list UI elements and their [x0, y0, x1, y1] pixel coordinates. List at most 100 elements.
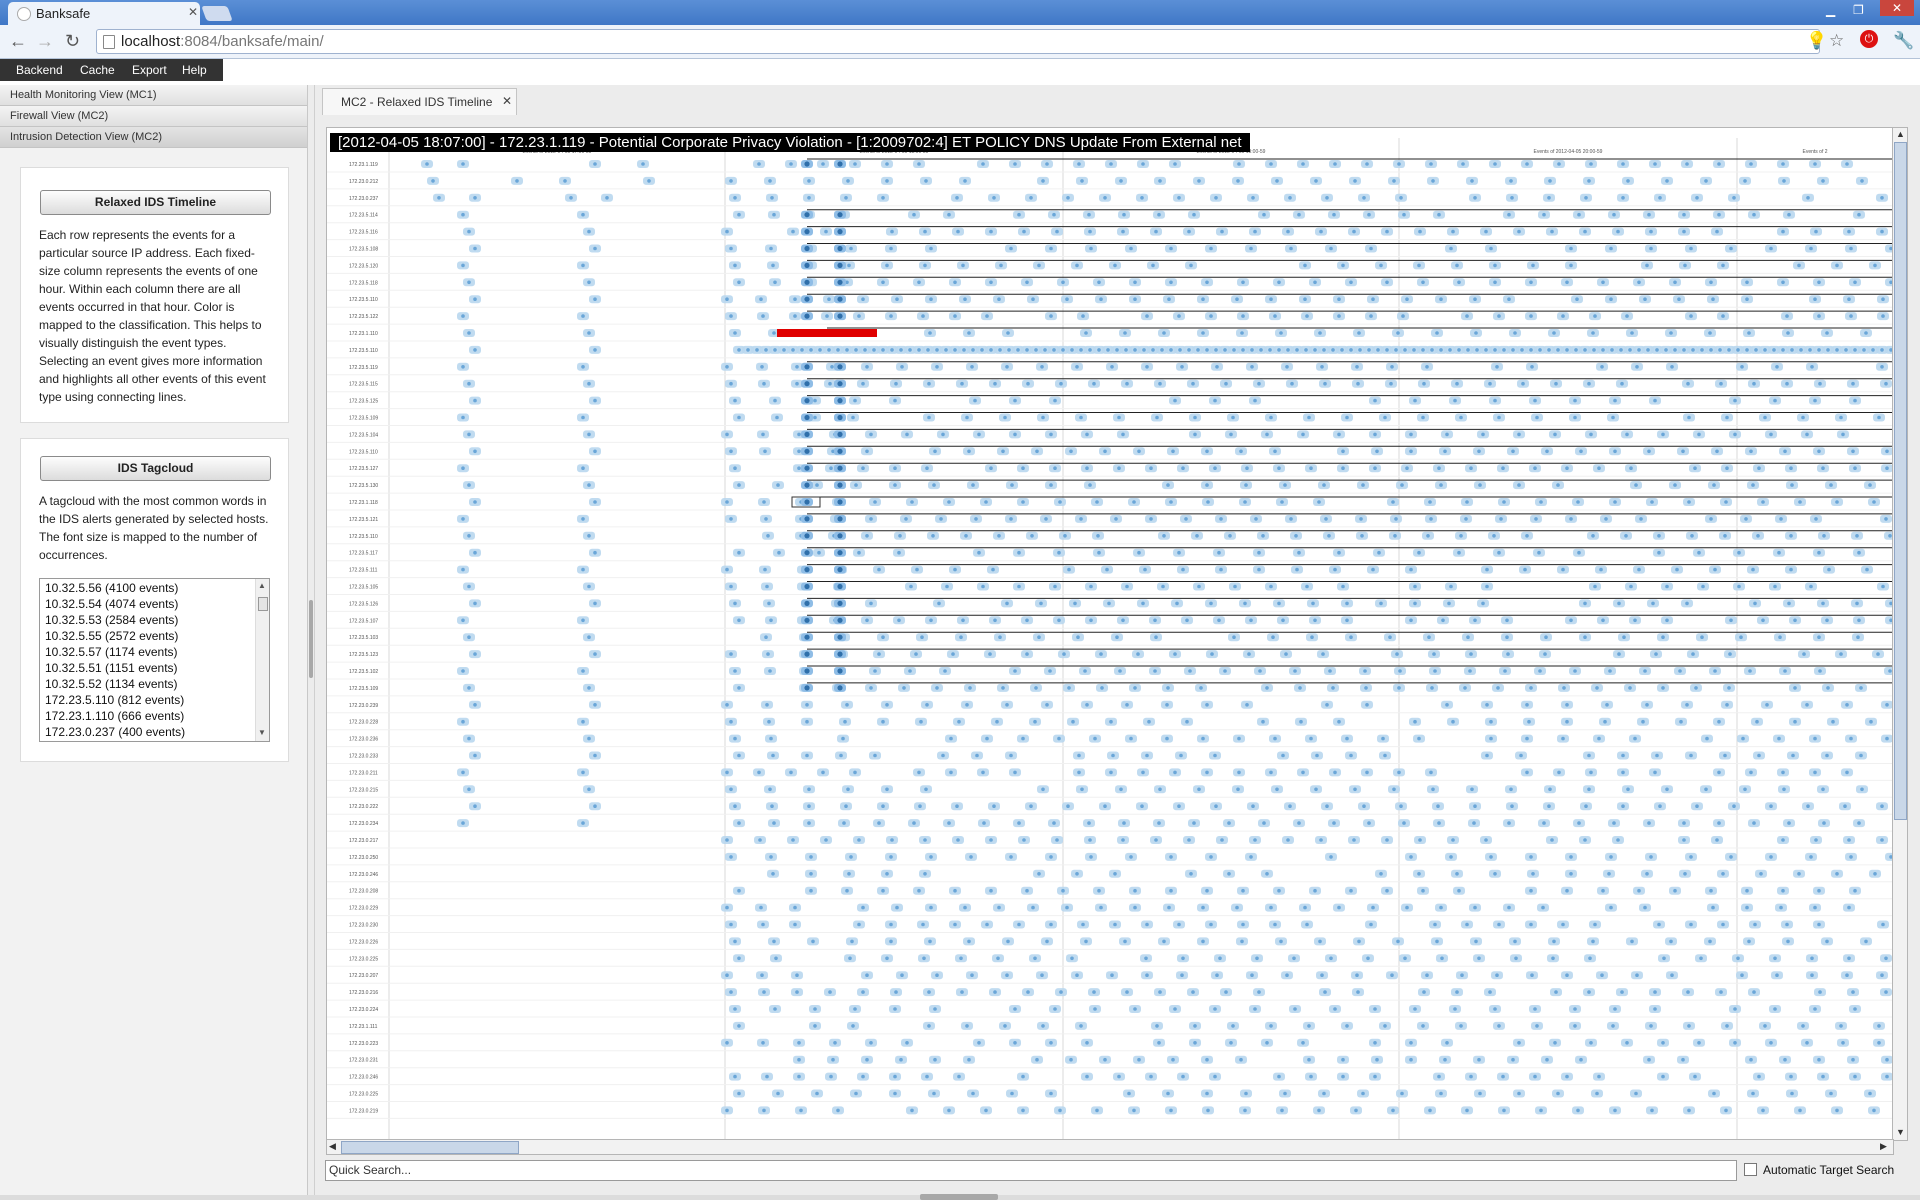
- event-dot[interactable]: [1145, 922, 1149, 927]
- event-dot[interactable]: [1737, 584, 1741, 589]
- event-dot[interactable]: [1449, 855, 1453, 859]
- host-list-item[interactable]: 10.32.5.53 (2584 events): [45, 613, 178, 627]
- event-dot[interactable]: [1399, 196, 1403, 200]
- event-dot[interactable]: [915, 567, 919, 572]
- event-dot[interactable]: [1193, 415, 1197, 420]
- event-dot[interactable]: [1826, 686, 1830, 690]
- event-dot[interactable]: [1379, 601, 1383, 606]
- event-dot[interactable]: [1422, 381, 1426, 386]
- event-dot[interactable]: [925, 1074, 929, 1079]
- event-dot[interactable]: [1137, 550, 1141, 555]
- event-dot[interactable]: [1877, 415, 1881, 420]
- event-dot[interactable]: [933, 449, 937, 454]
- event-dot[interactable]: [467, 432, 471, 437]
- event-dot[interactable]: [1641, 719, 1645, 724]
- event-dot[interactable]: [1373, 1074, 1377, 1079]
- event-dot[interactable]: [1880, 804, 1884, 808]
- event-dot[interactable]: [931, 534, 935, 538]
- event-dot[interactable]: [1095, 500, 1099, 504]
- event-dot[interactable]: [1283, 483, 1287, 487]
- event-dot[interactable]: [1371, 297, 1375, 301]
- event-dot[interactable]: [1484, 229, 1488, 234]
- event-dot[interactable]: [1573, 1024, 1577, 1028]
- event-dot[interactable]: [593, 297, 597, 301]
- event-dot[interactable]: [1142, 348, 1146, 352]
- event-dot[interactable]: [1611, 415, 1615, 420]
- event-dot[interactable]: [959, 956, 963, 961]
- event-dot[interactable]: [1817, 314, 1821, 318]
- event-dot[interactable]: [1818, 990, 1822, 994]
- event-dot[interactable]: [1664, 348, 1668, 352]
- event-dot[interactable]: [1661, 686, 1665, 690]
- event-dot[interactable]: [1579, 1057, 1583, 1062]
- event-dot[interactable]: [1205, 483, 1209, 487]
- event-dot[interactable]: [1689, 855, 1693, 859]
- event-dot[interactable]: [995, 719, 999, 724]
- event-dot[interactable]: [1371, 567, 1375, 572]
- event-dot[interactable]: [769, 246, 773, 251]
- event-dot[interactable]: [956, 838, 960, 842]
- event-dot[interactable]: [1670, 365, 1674, 369]
- event-dot[interactable]: [953, 280, 957, 285]
- event-dot[interactable]: [1440, 956, 1444, 961]
- event-dot[interactable]: [581, 263, 585, 268]
- event-dot[interactable]: [1525, 770, 1529, 775]
- event-dot[interactable]: [1325, 804, 1329, 808]
- event-dot[interactable]: [1319, 229, 1323, 234]
- event-dot[interactable]: [1569, 872, 1573, 876]
- event-dot[interactable]: [593, 348, 597, 352]
- event-dot[interactable]: [1752, 212, 1756, 217]
- event-dot[interactable]: [1649, 246, 1653, 251]
- event-dot[interactable]: [473, 500, 477, 504]
- event-dot[interactable]: [1355, 365, 1359, 369]
- event-dot[interactable]: [1721, 314, 1725, 318]
- event-dot[interactable]: [1277, 280, 1281, 285]
- event-dot[interactable]: [768, 787, 772, 792]
- menu-help[interactable]: Help: [182, 63, 207, 77]
- event-dot[interactable]: [1429, 162, 1433, 166]
- event-dot[interactable]: [733, 601, 737, 606]
- event-dot[interactable]: [1184, 517, 1188, 521]
- host-list-item[interactable]: 172.23.1.110 (666 events): [45, 709, 184, 723]
- event-dot[interactable]: [1778, 635, 1782, 639]
- event-dot[interactable]: [1425, 365, 1429, 369]
- event-dot[interactable]: [1591, 534, 1595, 538]
- event-dot[interactable]: [1153, 618, 1157, 623]
- event-dot[interactable]: [833, 1041, 837, 1045]
- event-dot[interactable]: [1045, 162, 1049, 166]
- event-dot[interactable]: [467, 280, 471, 285]
- event-dot[interactable]: [1075, 365, 1079, 369]
- event-dot[interactable]: [1285, 365, 1289, 369]
- event-dot[interactable]: [1071, 719, 1075, 724]
- event-dot[interactable]: [1154, 229, 1158, 234]
- event-dot[interactable]: [761, 1041, 765, 1045]
- event-dot[interactable]: [431, 179, 435, 183]
- event-dot[interactable]: [1001, 449, 1005, 454]
- event-dot[interactable]: [1621, 196, 1625, 200]
- event-dot[interactable]: [1356, 990, 1360, 994]
- view-firewall[interactable]: Firewall View (MC2): [0, 106, 307, 127]
- event-dot[interactable]: [1448, 348, 1452, 352]
- event-dot[interactable]: [1773, 584, 1777, 589]
- event-dot[interactable]: [1573, 1007, 1577, 1011]
- event-dot[interactable]: [1802, 652, 1806, 656]
- event-dot[interactable]: [1039, 601, 1043, 606]
- event-dot[interactable]: [1279, 331, 1283, 335]
- event-dot[interactable]: [844, 804, 848, 808]
- event-dot[interactable]: [1439, 348, 1443, 352]
- event-dot[interactable]: [1259, 348, 1263, 352]
- event-dot[interactable]: [1228, 534, 1232, 538]
- event-dot[interactable]: [767, 719, 771, 724]
- event-dot[interactable]: [1093, 1007, 1097, 1011]
- event-dot[interactable]: [1877, 1024, 1881, 1028]
- event-dot[interactable]: [917, 348, 921, 352]
- event-dot[interactable]: [1088, 838, 1092, 842]
- event-dot[interactable]: [804, 533, 810, 539]
- event-dot[interactable]: [1681, 449, 1685, 454]
- event-dot[interactable]: [1021, 736, 1025, 741]
- event-dot[interactable]: [1584, 804, 1588, 808]
- event-dot[interactable]: [1409, 432, 1413, 437]
- event-dot[interactable]: [1181, 956, 1185, 961]
- event-dot[interactable]: [1243, 1108, 1247, 1113]
- event-dot[interactable]: [1417, 736, 1421, 741]
